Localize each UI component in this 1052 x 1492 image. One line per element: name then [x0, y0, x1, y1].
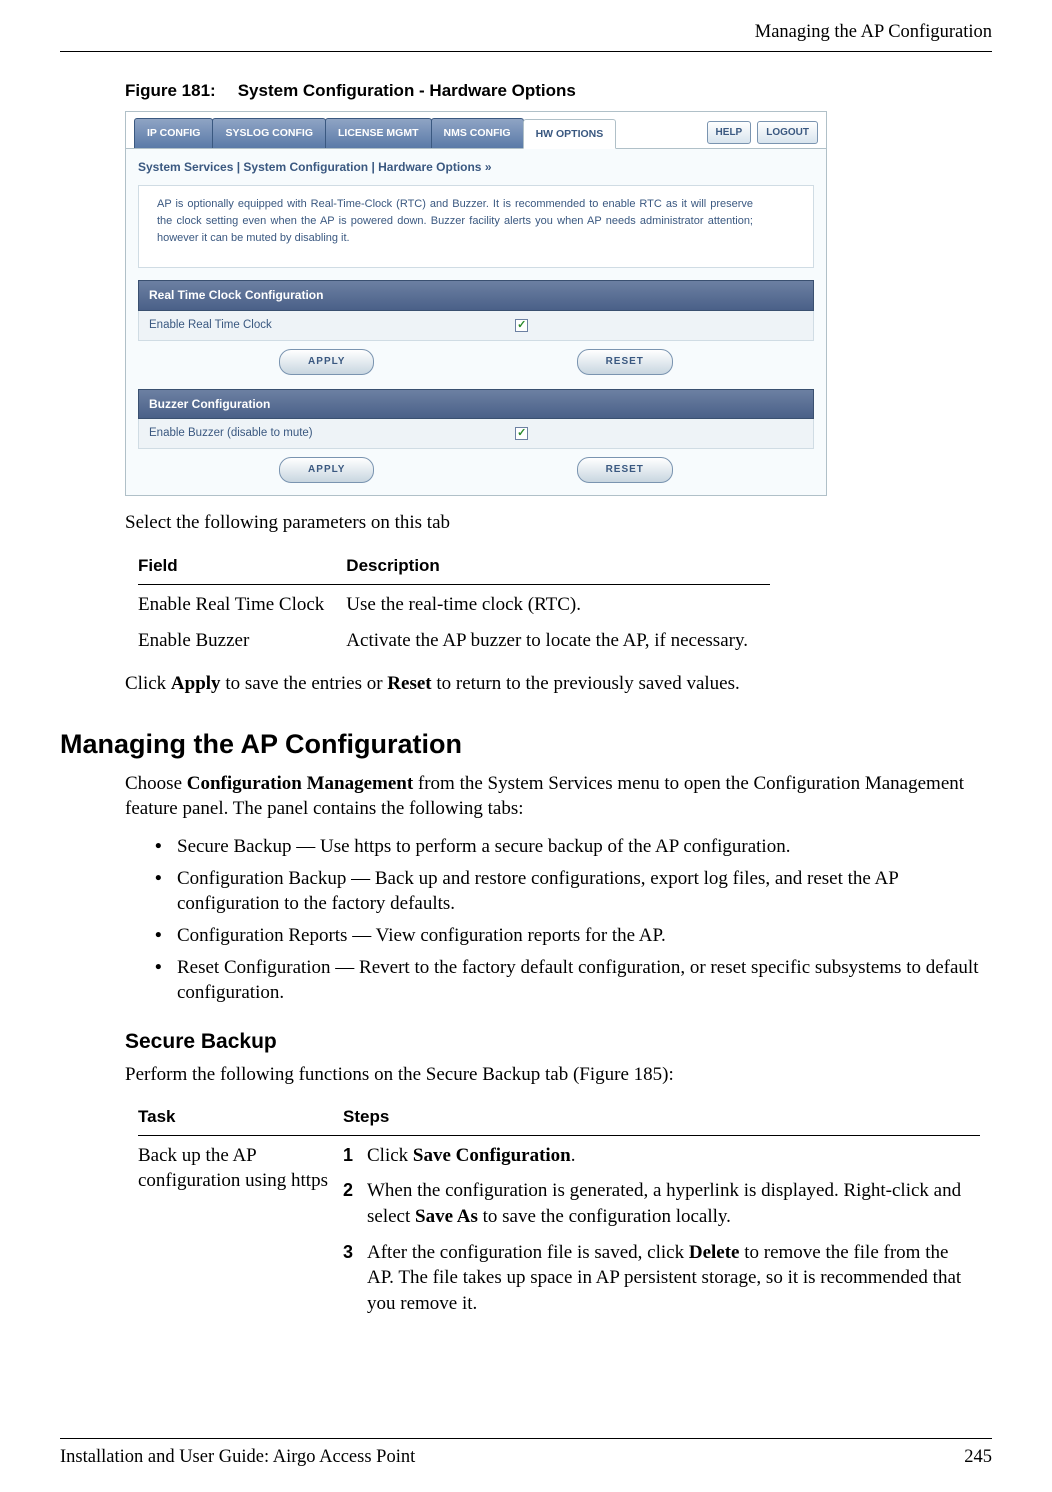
td-steps: 1 Click Save Configuration. 2When the con…	[343, 1135, 980, 1329]
rtc-button-row: APPLY RESET	[138, 347, 814, 377]
table-row: Enable Buzzer Activate the AP buzzer to …	[138, 621, 770, 657]
list-item: Configuration Backup — Back up and resto…	[155, 866, 992, 917]
td-task: Back up the AP configuration using https	[138, 1135, 343, 1329]
table-row: Back up the AP configuration using https…	[138, 1135, 980, 1329]
th-description: Description	[346, 549, 770, 584]
screenshot-description: AP is optionally equipped with Real-Time…	[138, 185, 814, 268]
text: to save the entries or	[221, 673, 388, 694]
buzzer-button-row: APPLY RESET	[138, 455, 814, 485]
rtc-section-header: Real Time Clock Configuration	[138, 280, 814, 310]
step-number: 3	[343, 1240, 353, 1264]
footer-rule	[60, 1438, 992, 1439]
footer-left: Installation and User Guide: Airgo Acces…	[60, 1445, 415, 1470]
buzzer-apply-button[interactable]: APPLY	[279, 457, 374, 483]
step-number: 1	[343, 1143, 353, 1167]
table-row: Enable Real Time Clock Use the real-time…	[138, 585, 770, 621]
running-title: Managing the AP Configuration	[755, 20, 992, 45]
heading-2: Secure Backup	[125, 1028, 992, 1056]
tab-nms-config[interactable]: NMS CONFIG	[431, 118, 524, 148]
paragraph: Click Apply to save the entries or Reset…	[125, 671, 992, 697]
th-task: Task	[138, 1100, 343, 1135]
figure-label: Figure 181:	[125, 81, 216, 100]
rtc-row: Enable Real Time Clock ✓	[138, 311, 814, 342]
screenshot-tabs: IP CONFIG SYSLOG CONFIG LICENSE MGMT NMS…	[134, 118, 615, 148]
tab-syslog-config[interactable]: SYSLOG CONFIG	[212, 118, 326, 148]
screenshot-topbar: IP CONFIG SYSLOG CONFIG LICENSE MGMT NMS…	[126, 112, 826, 149]
bold-text: Apply	[171, 673, 221, 694]
table-header-row: Field Description	[138, 549, 770, 584]
text: Click	[367, 1145, 413, 1166]
list-item: Configuration Reports — View configurati…	[155, 923, 992, 949]
th-steps: Steps	[343, 1100, 980, 1135]
breadcrumb: System Services | System Configuration |…	[126, 149, 826, 177]
steps-list: 1 Click Save Configuration. 2When the con…	[343, 1143, 966, 1317]
th-field: Field	[138, 549, 346, 584]
bold-text: Save Configuration	[413, 1145, 571, 1166]
buzzer-section-header: Buzzer Configuration	[138, 389, 814, 419]
page-footer: Installation and User Guide: Airgo Acces…	[0, 1438, 1052, 1470]
list-item: Secure Backup — Use https to perform a s…	[155, 834, 992, 860]
bold-text: Save As	[415, 1206, 478, 1227]
td-field: Enable Buzzer	[138, 621, 346, 657]
figure-caption: Figure 181: System Configuration - Hardwa…	[125, 80, 992, 103]
rtc-reset-button[interactable]: RESET	[577, 349, 673, 375]
figure-title: System Configuration - Hardware Options	[238, 81, 576, 100]
bold-text: Reset	[387, 673, 431, 694]
text: Click	[125, 673, 171, 694]
tab-ip-config[interactable]: IP CONFIG	[134, 118, 213, 148]
rtc-checkbox[interactable]: ✓	[515, 319, 528, 332]
screenshot-top-buttons: HELP LOGOUT	[707, 121, 818, 149]
step-item: 2When the configuration is generated, a …	[343, 1178, 966, 1229]
td-description: Use the real-time clock (RTC).	[346, 585, 770, 621]
rtc-row-label: Enable Real Time Clock	[149, 318, 515, 334]
bullet-list: Secure Backup — Use https to perform a s…	[155, 834, 992, 1006]
td-field: Enable Real Time Clock	[138, 585, 346, 621]
text: Choose	[125, 773, 187, 794]
text: .	[571, 1145, 576, 1166]
screenshot-panel: IP CONFIG SYSLOG CONFIG LICENSE MGMT NMS…	[125, 111, 827, 496]
text: to save the configuration locally.	[478, 1206, 731, 1227]
paragraph: Choose Configuration Management from the…	[125, 771, 992, 822]
help-button[interactable]: HELP	[707, 121, 752, 145]
task-table: Task Steps Back up the AP configuration …	[138, 1100, 980, 1330]
logout-button[interactable]: LOGOUT	[757, 121, 818, 145]
paragraph: Select the following parameters on this …	[125, 510, 992, 536]
field-table: Field Description Enable Real Time Clock…	[138, 549, 770, 656]
page-number: 245	[964, 1445, 992, 1470]
tab-hw-options[interactable]: HW OPTIONS	[523, 119, 617, 149]
bold-text: Configuration Management	[187, 773, 413, 794]
check-icon: ✓	[517, 426, 526, 441]
buzzer-checkbox[interactable]: ✓	[515, 427, 528, 440]
rtc-apply-button[interactable]: APPLY	[279, 349, 374, 375]
text: to return to the previously saved values…	[432, 673, 740, 694]
text: After the configuration file is saved, c…	[367, 1242, 689, 1263]
list-item: Reset Configuration — Revert to the fact…	[155, 955, 992, 1006]
heading-1: Managing the AP Configuration	[60, 726, 992, 762]
td-description: Activate the AP buzzer to locate the AP,…	[346, 621, 770, 657]
header-rule	[60, 51, 992, 52]
buzzer-row: Enable Buzzer (disable to mute) ✓	[138, 419, 814, 450]
step-number: 2	[343, 1178, 353, 1202]
buzzer-reset-button[interactable]: RESET	[577, 457, 673, 483]
running-header: Managing the AP Configuration	[0, 0, 1052, 51]
step-item: 1 Click Save Configuration.	[343, 1143, 966, 1169]
step-item: 3 After the configuration file is saved, …	[343, 1240, 966, 1317]
check-icon: ✓	[517, 318, 526, 333]
tab-license-mgmt[interactable]: LICENSE MGMT	[325, 118, 432, 148]
bold-text: Delete	[689, 1242, 740, 1263]
paragraph: Perform the following functions on the S…	[125, 1062, 992, 1088]
table-header-row: Task Steps	[138, 1100, 980, 1135]
buzzer-row-label: Enable Buzzer (disable to mute)	[149, 426, 515, 442]
footer-row: Installation and User Guide: Airgo Acces…	[60, 1445, 992, 1470]
